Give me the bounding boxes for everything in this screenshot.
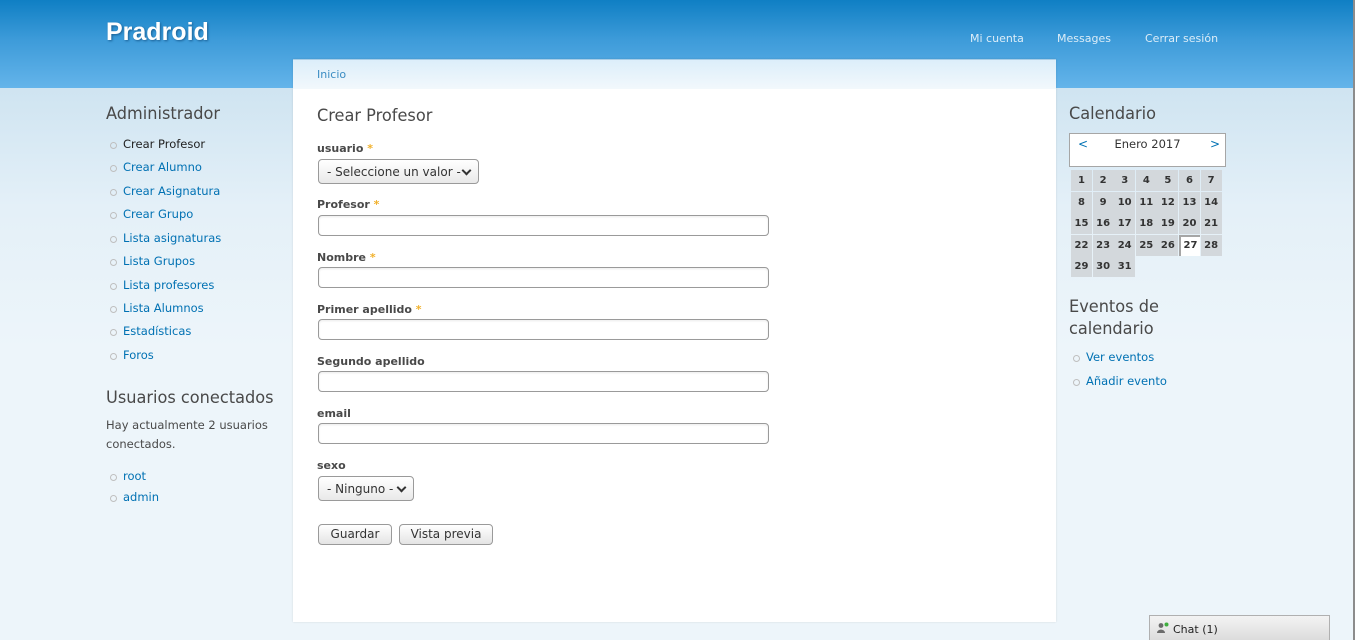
profesor-label-text: Profesor bbox=[317, 198, 370, 211]
menu-item-lista-profesores[interactable]: Lista profesores bbox=[106, 278, 214, 292]
calendar-day[interactable]: 6 bbox=[1179, 170, 1200, 191]
profesor-input[interactable] bbox=[318, 215, 769, 236]
calendar-day[interactable]: 15 bbox=[1071, 213, 1092, 235]
email-label: email bbox=[317, 407, 351, 420]
left-sidebar: Administrador Crear Profesor Crear Alumn… bbox=[106, 104, 286, 504]
main-content: Inicio Crear Profesor usuario * - Selecc… bbox=[293, 59, 1056, 622]
calendar-day[interactable]: 29 bbox=[1071, 256, 1092, 278]
events-title-line2: calendario bbox=[1069, 319, 1154, 339]
online-users-title: Usuarios conectados bbox=[106, 388, 274, 408]
breadcrumb-home-link[interactable]: Inicio bbox=[317, 68, 346, 81]
preview-button[interactable]: Vista previa bbox=[399, 524, 493, 545]
events-add-link[interactable]: Añadir evento bbox=[1069, 374, 1167, 388]
profesor-label: Profesor * bbox=[317, 198, 379, 211]
calendar-header: < Enero 2017 > bbox=[1069, 133, 1226, 167]
calendar-day[interactable]: 28 bbox=[1200, 234, 1222, 256]
calendar-day[interactable]: 25 bbox=[1135, 234, 1157, 256]
usuario-label: usuario * bbox=[317, 142, 373, 155]
calendar-day[interactable]: 9 bbox=[1092, 191, 1114, 213]
calendar-day[interactable]: 26 bbox=[1157, 234, 1179, 256]
calendar-day[interactable]: 18 bbox=[1135, 213, 1157, 235]
nombre-label-text: Nombre bbox=[317, 251, 366, 264]
menu-item-crear-profesor[interactable]: Crear Profesor bbox=[106, 137, 205, 151]
chat-bar[interactable]: Chat (1) bbox=[1149, 615, 1330, 640]
menu-item-crear-alumno[interactable]: Crear Alumno bbox=[106, 160, 202, 174]
nav-logout-link[interactable]: Cerrar sesión bbox=[1145, 32, 1218, 45]
calendar-day[interactable]: 17 bbox=[1114, 213, 1136, 235]
calendar-day[interactable]: 8 bbox=[1071, 191, 1092, 213]
online-users-summary: Hay actualmente 2 usuarios conectados. bbox=[106, 418, 268, 451]
page-title: Crear Profesor bbox=[317, 106, 433, 126]
calendar-day[interactable]: 24 bbox=[1114, 234, 1136, 256]
usuario-select[interactable]: - Seleccione un valor - bbox=[318, 159, 479, 184]
nombre-input[interactable] bbox=[318, 267, 769, 288]
chat-label: Chat (1) bbox=[1173, 623, 1218, 636]
calendar-day[interactable]: 1 bbox=[1071, 170, 1092, 191]
calendar-day[interactable]: 23 bbox=[1092, 234, 1114, 256]
events-title: Eventos de calendario bbox=[1069, 296, 1159, 340]
required-marker: * bbox=[369, 251, 376, 264]
menu-item-crear-grupo[interactable]: Crear Grupo bbox=[106, 207, 193, 221]
chevron-down-icon bbox=[461, 165, 472, 176]
primer-apellido-label-text: Primer apellido bbox=[317, 303, 412, 316]
required-marker: * bbox=[367, 142, 373, 155]
calendar-next-button[interactable]: > bbox=[1210, 137, 1220, 151]
calendar-day[interactable]: 7 bbox=[1200, 170, 1222, 191]
calendar-day[interactable]: 27 bbox=[1179, 234, 1200, 256]
calendar-day[interactable]: 16 bbox=[1092, 213, 1114, 235]
events-view-link[interactable]: Ver eventos bbox=[1069, 350, 1154, 364]
sexo-select-value: - Ninguno - bbox=[327, 482, 394, 496]
chat-users-icon bbox=[1157, 622, 1169, 633]
menu-item-lista-asignaturas[interactable]: Lista asignaturas bbox=[106, 231, 221, 245]
menu-item-estadisticas[interactable]: Estadísticas bbox=[106, 324, 191, 338]
usuario-label-text: usuario bbox=[317, 142, 364, 155]
calendar-month-label: Enero 2017 bbox=[1114, 137, 1181, 151]
usuario-select-value: - Seleccione un valor - bbox=[327, 165, 461, 179]
online-user-root[interactable]: root bbox=[106, 469, 146, 483]
menu-item-foros[interactable]: Foros bbox=[106, 348, 154, 362]
primer-apellido-input[interactable] bbox=[318, 319, 769, 340]
admin-menu-title: Administrador bbox=[106, 104, 221, 124]
calendar-day[interactable]: 3 bbox=[1114, 170, 1136, 191]
calendar-day[interactable]: 13 bbox=[1179, 191, 1200, 213]
calendar-day[interactable]: 10 bbox=[1114, 191, 1136, 213]
calendar-day[interactable]: 11 bbox=[1135, 191, 1157, 213]
required-marker: * bbox=[373, 198, 380, 211]
calendar-day[interactable]: 5 bbox=[1157, 170, 1179, 191]
events-title-line1: Eventos de bbox=[1069, 297, 1159, 317]
nav-my-account-link[interactable]: Mi cuenta bbox=[970, 32, 1024, 45]
calendar-day[interactable]: 14 bbox=[1200, 191, 1222, 213]
calendar-day[interactable]: 21 bbox=[1200, 213, 1222, 235]
required-marker: * bbox=[415, 303, 422, 316]
breadcrumb-bar: Inicio bbox=[293, 59, 1056, 89]
sexo-select[interactable]: - Ninguno - bbox=[318, 476, 414, 501]
calendar-day[interactable]: 4 bbox=[1135, 170, 1157, 191]
nombre-label: Nombre * bbox=[317, 251, 376, 264]
calendar-day[interactable]: 12 bbox=[1157, 191, 1179, 213]
save-button[interactable]: Guardar bbox=[318, 524, 392, 545]
calendar-day[interactable]: 19 bbox=[1157, 213, 1179, 235]
sexo-label: sexo bbox=[317, 459, 346, 472]
primer-apellido-label: Primer apellido * bbox=[317, 303, 422, 316]
calendar-day[interactable]: 30 bbox=[1092, 256, 1114, 278]
segundo-apellido-input[interactable] bbox=[318, 371, 769, 392]
chevron-down-icon bbox=[396, 482, 407, 493]
calendar-day[interactable]: 20 bbox=[1179, 213, 1200, 235]
calendar-day[interactable]: 22 bbox=[1071, 234, 1092, 256]
calendar-title: Calendario bbox=[1069, 104, 1156, 124]
calendar-day[interactable]: 31 bbox=[1114, 256, 1136, 278]
menu-item-lista-alumnos[interactable]: Lista Alumnos bbox=[106, 301, 204, 315]
menu-item-lista-grupos[interactable]: Lista Grupos bbox=[106, 254, 195, 268]
online-user-admin[interactable]: admin bbox=[106, 490, 159, 504]
nav-messages-link[interactable]: Messages bbox=[1057, 32, 1111, 45]
site-name[interactable]: Pradroid bbox=[106, 18, 209, 47]
right-sidebar: Calendario < Enero 2017 > 1 2 3 4 5 6 7 8 9 10 11 1… bbox=[1069, 104, 1239, 388]
calendar-day[interactable]: 2 bbox=[1092, 170, 1114, 191]
segundo-apellido-label: Segundo apellido bbox=[317, 355, 425, 368]
email-input[interactable] bbox=[318, 423, 769, 444]
menu-item-crear-asignatura[interactable]: Crear Asignatura bbox=[106, 184, 220, 198]
